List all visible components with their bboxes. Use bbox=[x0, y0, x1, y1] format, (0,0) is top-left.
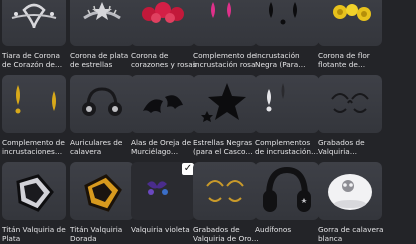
item-label: Audífonos bbox=[255, 225, 292, 234]
dark-valkyrie-engravings-icon bbox=[331, 93, 369, 113]
headphones-icon bbox=[263, 166, 311, 212]
item-thumbnail bbox=[2, 0, 66, 46]
gold-valkyrie-engravings-icon bbox=[206, 180, 244, 202]
item-thumbnail bbox=[318, 162, 382, 220]
item-thumbnail bbox=[193, 0, 257, 46]
item-thumbnail bbox=[2, 75, 66, 133]
item-card-heart-roses-crown[interactable]: Corona de corazones y rosas bbox=[131, 0, 197, 69]
item-thumbnail bbox=[70, 75, 134, 133]
item-thumbnail bbox=[255, 75, 319, 133]
white-skull-cap-icon bbox=[328, 174, 372, 210]
item-thumbnail bbox=[2, 162, 66, 220]
black-horns-icon bbox=[269, 2, 297, 25]
item-label: Grabados de Valquiria de Oro… bbox=[193, 225, 259, 243]
item-card-silver-heart-crown[interactable]: Tiara de Corona de Corazón de Plata bbox=[2, 0, 66, 69]
item-thumbnail: ✓ bbox=[131, 162, 195, 220]
item-card-silver-horns[interactable]: Complementos de incrustación… bbox=[255, 75, 319, 156]
gold-horns-icon bbox=[15, 85, 56, 114]
item-card-bat-ear-wings[interactable]: Alas de Oreja de Murciélago… bbox=[131, 75, 195, 156]
item-label: Alas de Oreja de Murciélago… bbox=[131, 138, 192, 156]
item-label: Valquiria violeta bbox=[131, 225, 190, 234]
item-thumbnail bbox=[318, 0, 382, 46]
item-card-headphones[interactable]: Audífonos bbox=[255, 162, 319, 234]
gold-valkyrie-helmet-icon bbox=[84, 174, 122, 212]
item-card-white-skull-cap[interactable]: Gorra de calavera blanca bbox=[318, 162, 384, 243]
item-thumbnail bbox=[131, 75, 195, 133]
item-label: Auriculares de calavera bbox=[70, 138, 123, 156]
black-stars-icon bbox=[201, 83, 246, 122]
item-label: Complemento de incrustación rosa bbox=[193, 51, 256, 69]
item-thumbnail bbox=[193, 162, 257, 220]
item-label: Gorra de calavera blanca bbox=[318, 225, 384, 243]
item-card-gold-valkyrie-engravings[interactable]: Grabados de Valquiria de Oro… bbox=[193, 162, 259, 243]
silver-heart-crown-icon bbox=[11, 3, 57, 29]
dandelion-crown-icon bbox=[333, 4, 371, 21]
item-label: Estrellas Negras (para el Casco de… bbox=[193, 138, 253, 156]
item-thumbnail bbox=[255, 162, 319, 220]
item-thumbnail bbox=[255, 0, 319, 46]
item-label: Corona de plata de estrellas bbox=[70, 51, 129, 69]
item-label: Titán Valquiria de Plata bbox=[2, 225, 66, 243]
item-label: Grabados de Valquiria Oscura… bbox=[318, 138, 365, 156]
item-label: Titán Valquiria Dorada bbox=[70, 225, 123, 243]
item-thumbnail bbox=[70, 162, 134, 220]
item-thumbnail bbox=[70, 0, 134, 46]
item-thumbnail bbox=[318, 75, 382, 133]
item-thumbnail bbox=[131, 0, 195, 46]
item-card-silver-star-crown[interactable]: Corona de plata de estrellas bbox=[70, 0, 134, 69]
skull-headphones-icon bbox=[82, 87, 122, 116]
item-card-silver-valkyrie-helmet[interactable]: Titán Valquiria de Plata bbox=[2, 162, 66, 243]
pink-horns-icon bbox=[211, 2, 231, 18]
item-label: Complemento de incrustaciones… bbox=[2, 138, 65, 156]
heart-roses-crown-icon bbox=[142, 2, 184, 23]
bat-ear-wings-icon bbox=[143, 95, 183, 113]
item-card-violet-valkyrie[interactable]: ✓ Valquiria violeta bbox=[131, 162, 195, 234]
accessory-grid: Tiara de Corona de Corazón de Plata Coro… bbox=[0, 0, 416, 244]
item-card-skull-headphones[interactable]: Auriculares de calavera bbox=[70, 75, 134, 156]
item-card-black-stars[interactable]: Estrellas Negras (para el Casco de… bbox=[193, 75, 257, 156]
item-card-gold-valkyrie-helmet[interactable]: Titán Valquiria Dorada bbox=[70, 162, 134, 243]
item-label: Tiara de Corona de Corazón de Plata bbox=[2, 51, 60, 69]
item-card-gold-horns[interactable]: Complemento de incrustaciones… bbox=[2, 75, 66, 156]
item-card-dark-valkyrie-engravings[interactable]: Grabados de Valquiria Oscura… bbox=[318, 75, 382, 156]
silver-star-crown-icon bbox=[83, 2, 121, 20]
item-label: Corona de corazones y rosas bbox=[131, 51, 197, 69]
item-label: Complementos de incrustación… bbox=[255, 138, 319, 156]
item-card-black-horns[interactable]: Incrustación Negra (Para Valks) bbox=[255, 0, 319, 69]
silver-valkyrie-helmet-icon bbox=[16, 174, 54, 212]
item-card-pink-horns[interactable]: Complemento de incrustación rosa bbox=[193, 0, 257, 69]
item-label: Incrustación Negra (Para Valks) bbox=[255, 51, 300, 69]
item-thumbnail bbox=[193, 75, 257, 133]
item-label: Corona de flor flotante de dient… bbox=[318, 51, 370, 69]
silver-horns-icon bbox=[266, 83, 285, 112]
item-card-dandelion-crown[interactable]: Corona de flor flotante de dient… bbox=[318, 0, 382, 69]
